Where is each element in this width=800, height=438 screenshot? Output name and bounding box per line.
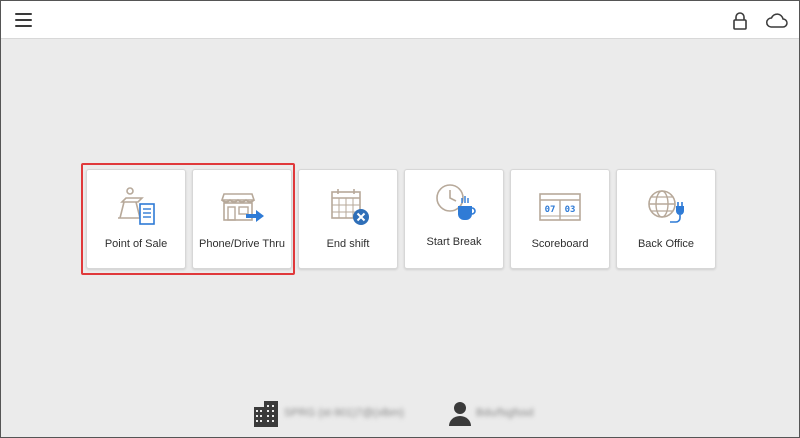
- lock-icon[interactable]: [731, 11, 749, 31]
- tile-label: Point of Sale: [104, 238, 168, 250]
- store-text: SPRG (st-901)7@(xlbm): [284, 407, 404, 419]
- user-info: Bdu/fsgfssd: [448, 398, 533, 428]
- tile-phone-drive-thru[interactable]: Phone/Drive Thru: [192, 169, 292, 269]
- user-icon: [449, 402, 471, 426]
- tile-back-office[interactable]: Back Office: [616, 169, 716, 269]
- scoreboard-digits-right: 03: [565, 205, 576, 215]
- tile-start-break[interactable]: Start Break: [404, 169, 504, 269]
- globe-plug-icon: [648, 190, 684, 223]
- storefront-arrow-icon: [220, 193, 264, 222]
- tile-label: Phone/Drive Thru: [198, 238, 285, 250]
- top-bar: [1, 1, 799, 39]
- tile-label: Start Break: [426, 236, 482, 248]
- hamburger-menu-icon[interactable]: [13, 11, 35, 29]
- tile-label: Back Office: [637, 238, 695, 250]
- cloud-icon[interactable]: [765, 12, 789, 30]
- tile-label: Scoreboard: [531, 238, 589, 250]
- scoreboard-icon: 07 03: [539, 193, 581, 221]
- tile-scoreboard[interactable]: 07 03 Scoreboard: [510, 169, 610, 269]
- pos-register-receipt-icon: [118, 187, 155, 225]
- tile-point-of-sale[interactable]: Point of Sale: [86, 169, 186, 269]
- tile-end-shift[interactable]: End shift: [298, 169, 398, 269]
- clock-coffee-icon: [436, 184, 476, 220]
- footer: SPRG (st-901)7@(xlbm) Bdu/fsgfssd: [0, 398, 800, 428]
- user-text: Bdu/fsgfssd: [476, 407, 534, 419]
- building-icon: [254, 401, 278, 427]
- calendar-close-icon: [331, 189, 369, 225]
- scoreboard-digits-left: 07: [545, 205, 556, 215]
- store-info: SPRG (st-901)7@(xlbm): [252, 398, 404, 428]
- tile-label: End shift: [326, 238, 370, 250]
